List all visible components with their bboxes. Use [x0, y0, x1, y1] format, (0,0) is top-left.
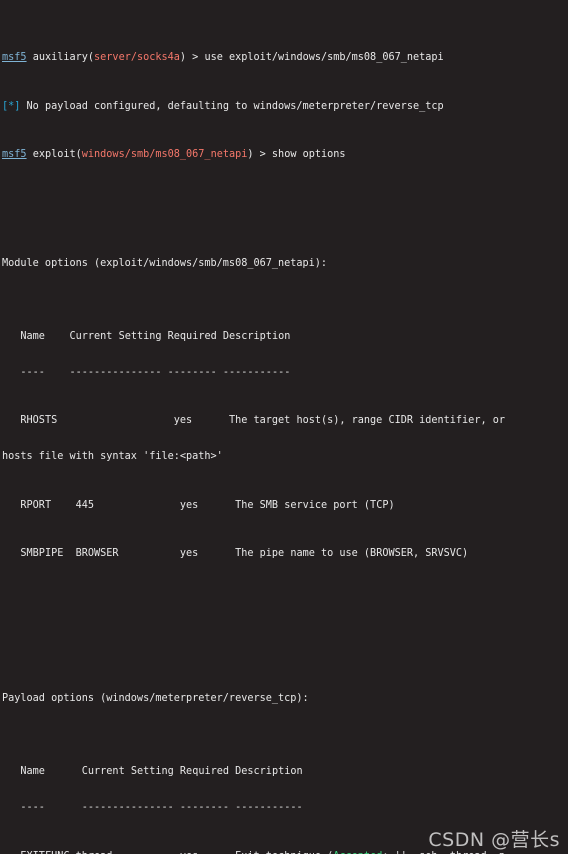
col-header-description: Description — [222, 330, 291, 342]
col-header-required: Required — [179, 765, 229, 777]
rule-current-setting: --------------- — [81, 802, 174, 814]
rule-description: ----------- — [235, 802, 303, 814]
option-required: yes — [179, 548, 199, 560]
option-description: The target host(s), range CIDR identifie… — [228, 415, 505, 427]
col-header-required: Required — [167, 330, 217, 342]
col-header-name: Name — [20, 330, 45, 342]
csdn-watermark: CSDN @营长s — [428, 828, 560, 851]
table-row: EXITFUNC thread yes Exit technique (Acce… — [2, 851, 566, 854]
table-row-wrap: hosts file with syntax 'file:<path>' — [2, 451, 223, 463]
table-row: RPORT 445 yes The SMB service port (TCP) — [2, 500, 566, 512]
context-type-exploit: exploit — [32, 149, 76, 161]
option-description: The pipe name to use (BROWSER, SRVSVC) — [235, 548, 469, 560]
section-title-module-options-1: Module options (exploit/windows/smb/ms08… — [2, 257, 328, 269]
terminal-screen[interactable]: msf5 auxiliary(server/socks4a) > use exp… — [0, 0, 568, 854]
section-title-payload-options-1: Payload options (windows/meterpreter/rev… — [2, 693, 309, 705]
accepted-keyword: Accepted — [333, 851, 382, 854]
info-line-no-payload: [*] No payload configured, defaulting to… — [2, 101, 566, 113]
table-rule-row: ---- --------------- -------- ----------… — [2, 802, 566, 814]
option-setting: BROWSER — [75, 548, 119, 560]
option-name: SMBPIPE — [20, 548, 64, 560]
info-marker-icon: [*] — [2, 100, 21, 112]
option-name: RPORT — [20, 499, 52, 511]
rule-required: -------- — [179, 802, 229, 814]
shell-prompt-label: msf5 — [2, 52, 27, 64]
command-show-options: show options — [271, 149, 346, 161]
col-header-name: Name — [20, 765, 45, 777]
command-use: use exploit/windows/smb/ms08_067_netapi — [204, 52, 444, 64]
table-row: RHOSTS yes The target host(s), range CID… — [2, 415, 566, 427]
rule-description: ----------- — [222, 366, 291, 378]
prompt-line-show-options-1: msf5 exploit(windows/smb/ms08_067_netapi… — [2, 149, 346, 161]
col-header-current-setting: Current Setting — [81, 765, 174, 777]
option-description: The SMB service port (TCP) — [235, 499, 395, 511]
option-required: yes — [180, 851, 198, 854]
table-rule-row: ---- --------------- -------- ----------… — [2, 367, 566, 379]
option-required: yes — [173, 415, 193, 427]
table-header-row: Name Current Setting Required Descriptio… — [2, 331, 566, 343]
table-header-row: Name Current Setting Required Descriptio… — [2, 766, 566, 778]
prompt-line-use: msf5 auxiliary(server/socks4a) > use exp… — [2, 52, 444, 64]
option-description: Exit technique ( — [235, 851, 333, 854]
context-type-auxiliary: auxiliary — [32, 52, 88, 64]
option-setting: 445 — [75, 499, 95, 511]
col-header-current-setting: Current Setting — [69, 330, 162, 342]
col-header-description: Description — [235, 765, 303, 777]
option-setting: thread — [76, 851, 113, 854]
prompt-arrow: > — [253, 149, 272, 161]
no-payload-message: No payload configured, defaulting to win… — [26, 100, 444, 112]
context-module-socks: server/socks4a — [94, 52, 180, 64]
prompt-arrow: > — [186, 52, 205, 64]
table-row: SMBPIPE BROWSER yes The pipe name to use… — [2, 548, 566, 560]
rule-current-setting: --------------- — [69, 366, 162, 378]
context-module-netapi: windows/smb/ms08_067_netapi — [81, 149, 248, 161]
rule-name: ---- — [20, 366, 45, 378]
option-required: yes — [179, 499, 199, 511]
rule-required: -------- — [167, 366, 217, 378]
shell-prompt-label: msf5 — [2, 149, 27, 161]
rule-name: ---- — [20, 802, 45, 814]
option-description-post: : '', seh, thread, p — [382, 851, 505, 854]
option-name: EXITFUNC — [20, 851, 69, 854]
option-name: RHOSTS — [20, 415, 58, 427]
